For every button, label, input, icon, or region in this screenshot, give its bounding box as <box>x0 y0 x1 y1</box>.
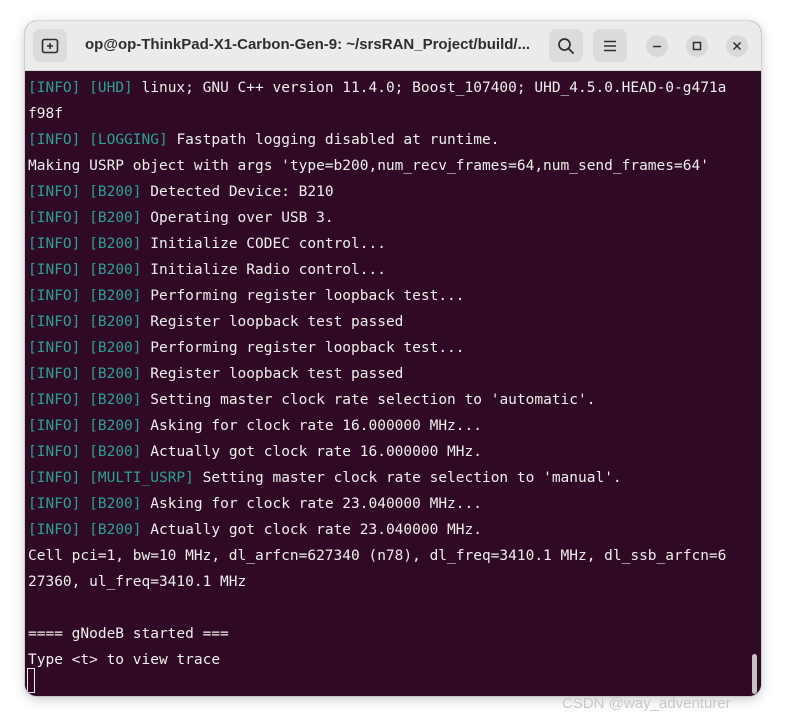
terminal-line: [INFO] [B200] Performing register loopba… <box>28 283 750 309</box>
terminal-line: [INFO] [B200] Asking for clock rate 23.0… <box>28 491 750 517</box>
log-source-tag: [B200] <box>89 236 142 252</box>
log-message: Performing register loopback test... <box>150 288 465 304</box>
new-tab-button[interactable] <box>33 29 67 62</box>
search-icon <box>558 37 574 54</box>
log-message: ==== gNodeB started === <box>28 626 229 642</box>
log-level-tag: [INFO] <box>28 340 81 356</box>
log-message: Asking for clock rate 16.000000 MHz... <box>150 418 482 434</box>
log-source-tag: [B200] <box>89 392 142 408</box>
terminal-line: [INFO] [B200] Asking for clock rate 16.0… <box>28 413 750 439</box>
log-message: Cell pci=1, bw=10 MHz, dl_arfcn=627340 (… <box>28 548 727 564</box>
terminal-line: Making USRP object with args 'type=b200,… <box>28 153 750 179</box>
watermark: CSDN @way_adventurer <box>562 695 731 712</box>
terminal-lines: [INFO] [UHD] linux; GNU C++ version 11.4… <box>28 75 750 673</box>
terminal-line: [INFO] [B200] Register loopback test pas… <box>28 309 750 335</box>
log-level-tag: [INFO] <box>28 210 81 226</box>
terminal-line: [INFO] [B200] Setting master clock rate … <box>28 387 750 413</box>
log-message: Performing register loopback test... <box>150 340 465 356</box>
terminal-line: f98f <box>28 101 750 127</box>
log-message: Making USRP object with args 'type=b200,… <box>28 158 709 174</box>
log-level-tag: [INFO] <box>28 288 81 304</box>
menu-button[interactable] <box>593 29 627 62</box>
log-message: Operating over USB 3. <box>150 210 334 226</box>
log-source-tag: [B200] <box>89 314 142 330</box>
log-message: Setting master clock rate selection to '… <box>202 470 622 486</box>
terminal-line: [INFO] [UHD] linux; GNU C++ version 11.4… <box>28 75 750 101</box>
minimize-button[interactable] <box>646 35 668 57</box>
close-button[interactable] <box>726 35 748 57</box>
terminal-line: [INFO] [B200] Detected Device: B210 <box>28 179 750 205</box>
terminal-line: 27360, ul_freq=3410.1 MHz <box>28 569 750 595</box>
log-level-tag: [INFO] <box>28 444 81 460</box>
log-message: Initialize CODEC control... <box>150 236 386 252</box>
log-level-tag: [INFO] <box>28 522 81 538</box>
log-message: Actually got clock rate 16.000000 MHz. <box>150 444 482 460</box>
text-cursor <box>27 668 35 693</box>
log-message: 27360, ul_freq=3410.1 MHz <box>28 574 247 590</box>
log-message: Detected Device: B210 <box>150 184 334 200</box>
log-level-tag: [INFO] <box>28 418 81 434</box>
log-message: Setting master clock rate selection to '… <box>150 392 596 408</box>
log-level-tag: [INFO] <box>28 80 81 96</box>
terminal-line: [INFO] [B200] Operating over USB 3. <box>28 205 750 231</box>
terminal-line: [INFO] [B200] Register loopback test pas… <box>28 361 750 387</box>
log-source-tag: [B200] <box>89 444 142 460</box>
window-title: op@op-ThinkPad-X1-Carbon-Gen-9: ~/srsRAN… <box>85 36 531 53</box>
log-message: Register loopback test passed <box>150 366 404 382</box>
maximize-icon <box>692 41 702 51</box>
new-tab-icon <box>41 38 59 53</box>
log-source-tag: [UHD] <box>89 80 133 96</box>
terminal-line: Cell pci=1, bw=10 MHz, dl_arfcn=627340 (… <box>28 543 750 569</box>
log-message: Register loopback test passed <box>150 314 404 330</box>
log-level-tag: [INFO] <box>28 132 81 148</box>
title-bar: op@op-ThinkPad-X1-Carbon-Gen-9: ~/srsRAN… <box>25 21 761 71</box>
terminal-line: [INFO] [B200] Performing register loopba… <box>28 335 750 361</box>
log-level-tag: [INFO] <box>28 236 81 252</box>
log-level-tag: [INFO] <box>28 262 81 278</box>
log-level-tag: [INFO] <box>28 496 81 512</box>
log-message: linux; GNU C++ version 11.4.0; Boost_107… <box>141 80 727 96</box>
hamburger-menu-icon <box>604 40 616 51</box>
log-message: Fastpath logging disabled at runtime. <box>176 132 500 148</box>
log-source-tag: [B200] <box>89 340 142 356</box>
terminal-line: [INFO] [MULTI_USRP] Setting master clock… <box>28 465 750 491</box>
terminal-line: ==== gNodeB started === <box>28 621 750 647</box>
log-source-tag: [B200] <box>89 184 142 200</box>
log-source-tag: [B200] <box>89 210 142 226</box>
log-source-tag: [LOGGING] <box>89 132 168 148</box>
log-message: Initialize Radio control... <box>150 262 386 278</box>
maximize-button[interactable] <box>686 35 708 57</box>
log-source-tag: [B200] <box>89 522 142 538</box>
search-button[interactable] <box>549 29 583 62</box>
log-level-tag: [INFO] <box>28 392 81 408</box>
log-message: Asking for clock rate 23.040000 MHz... <box>150 496 482 512</box>
terminal-line: [INFO] [B200] Initialize CODEC control..… <box>28 231 750 257</box>
terminal-window: op@op-ThinkPad-X1-Carbon-Gen-9: ~/srsRAN… <box>25 21 761 696</box>
log-message: Type <t> to view trace <box>28 652 221 668</box>
log-level-tag: [INFO] <box>28 470 81 486</box>
terminal-line: Type <t> to view trace <box>28 647 750 673</box>
log-source-tag: [B200] <box>89 262 142 278</box>
scrollbar-thumb[interactable] <box>752 654 757 694</box>
log-message: Actually got clock rate 23.040000 MHz. <box>150 522 482 538</box>
minimize-icon <box>653 45 661 48</box>
log-source-tag: [MULTI_USRP] <box>89 470 194 486</box>
log-source-tag: [B200] <box>89 366 142 382</box>
close-icon <box>732 41 742 51</box>
terminal-line: [INFO] [B200] Initialize Radio control..… <box>28 257 750 283</box>
log-message: f98f <box>28 106 63 122</box>
terminal-output[interactable]: [INFO] [UHD] linux; GNU C++ version 11.4… <box>25 71 761 696</box>
terminal-line: [INFO] [B200] Actually got clock rate 16… <box>28 439 750 465</box>
terminal-line: [INFO] [LOGGING] Fastpath logging disabl… <box>28 127 750 153</box>
log-source-tag: [B200] <box>89 288 142 304</box>
log-level-tag: [INFO] <box>28 184 81 200</box>
terminal-line: [INFO] [B200] Actually got clock rate 23… <box>28 517 750 543</box>
log-level-tag: [INFO] <box>28 366 81 382</box>
log-level-tag: [INFO] <box>28 314 81 330</box>
log-source-tag: [B200] <box>89 496 142 512</box>
log-source-tag: [B200] <box>89 418 142 434</box>
